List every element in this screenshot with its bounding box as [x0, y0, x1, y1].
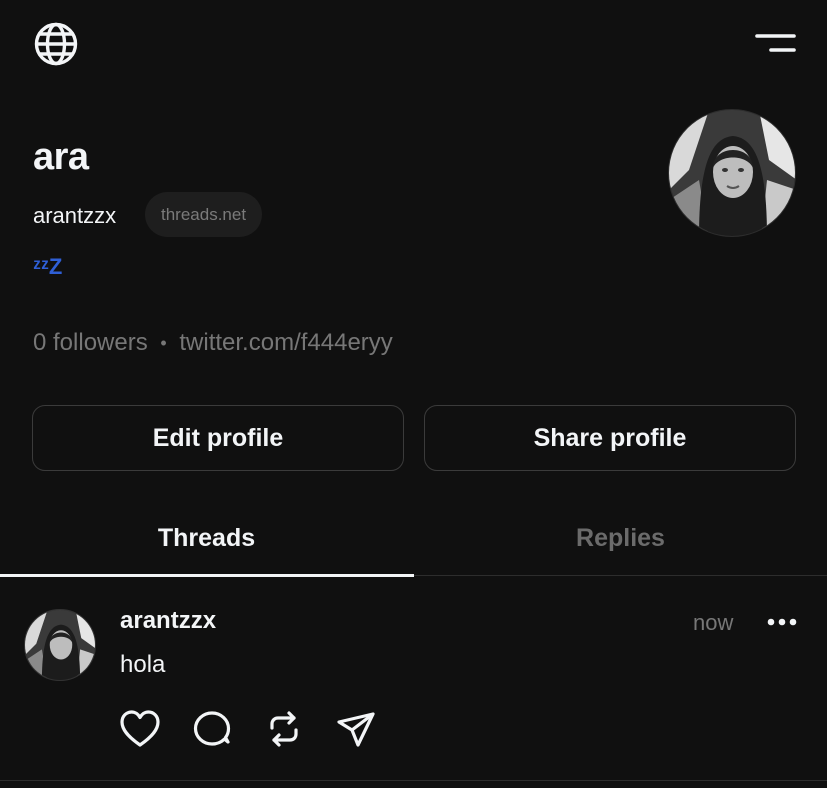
menu-icon[interactable] [750, 26, 800, 60]
active-tab-indicator [0, 574, 414, 577]
edit-profile-button[interactable]: Edit profile [32, 405, 404, 471]
repost-icon[interactable] [262, 707, 306, 751]
threads-domain-badge[interactable]: threads.net [145, 192, 263, 237]
post-timestamp: now [693, 610, 734, 635]
globe-icon[interactable] [31, 20, 81, 68]
post-avatar[interactable] [24, 609, 96, 681]
profile-bio: ᶻᶻZ [33, 254, 63, 279]
followers-count[interactable]: 0 followers [33, 329, 148, 356]
followers-and-link: 0 followers • twitter.com/f444eryy [33, 329, 393, 357]
post-divider [0, 780, 827, 781]
more-icon[interactable] [766, 608, 798, 636]
tab-replies[interactable]: Replies [414, 500, 827, 576]
tab-threads[interactable]: Threads [0, 500, 413, 576]
profile-display-name: ara [33, 136, 89, 178]
share-icon[interactable] [334, 707, 378, 751]
post-text: hola [120, 651, 166, 678]
profile-link[interactable]: twitter.com/f444eryy [179, 329, 392, 356]
bullet-separator: • [160, 333, 167, 354]
heart-icon[interactable] [118, 707, 162, 751]
comment-icon[interactable] [190, 707, 234, 751]
post-username[interactable]: arantzzx [120, 607, 216, 635]
profile-username: arantzzx [33, 203, 117, 228]
profile-avatar[interactable] [668, 109, 796, 237]
share-profile-button[interactable]: Share profile [424, 405, 796, 471]
